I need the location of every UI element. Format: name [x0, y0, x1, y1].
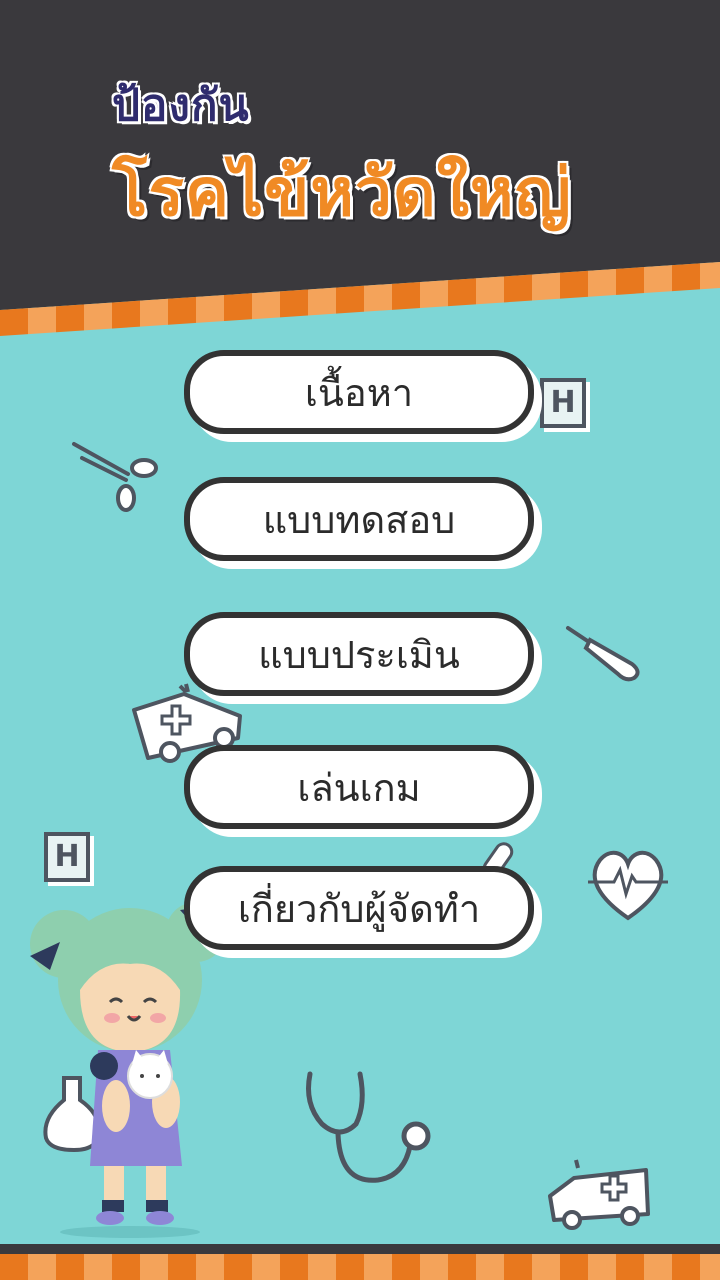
footer-stripe [0, 1244, 720, 1280]
app-title: โรคไข้หวัดใหญ่ [112, 154, 572, 231]
ambulance-icon [548, 1159, 650, 1230]
menu-button-content[interactable]: เนื้อหา [184, 350, 542, 442]
heart-icon [588, 850, 668, 921]
menu-button-about[interactable]: เกี่ยวกับผู้จัดทำ [184, 866, 542, 958]
menu-button-game[interactable]: เล่นเกม [184, 745, 542, 837]
app-subtitle: ป้องกัน [111, 79, 250, 132]
menu-button-label: เกี่ยวกับผู้จัดทำ [237, 886, 481, 931]
menu-button-label: เนื้อหา [304, 370, 414, 415]
menu-button-label: แบบทดสอบ [262, 497, 456, 542]
thermometer-icon [566, 626, 640, 682]
hospital-sign-icon: H [540, 378, 586, 428]
stethoscope-icon [306, 1071, 431, 1183]
menu-button-label: เล่นเกม [297, 765, 421, 810]
menu-button-label: แบบประเมิน [258, 632, 460, 677]
menu-button-evaluation[interactable]: แบบประเมิน [184, 612, 542, 704]
hospital-sign-icon: H [44, 832, 90, 882]
menu-button-test[interactable]: แบบทดสอบ [184, 477, 542, 569]
scissors-icon [72, 442, 158, 512]
